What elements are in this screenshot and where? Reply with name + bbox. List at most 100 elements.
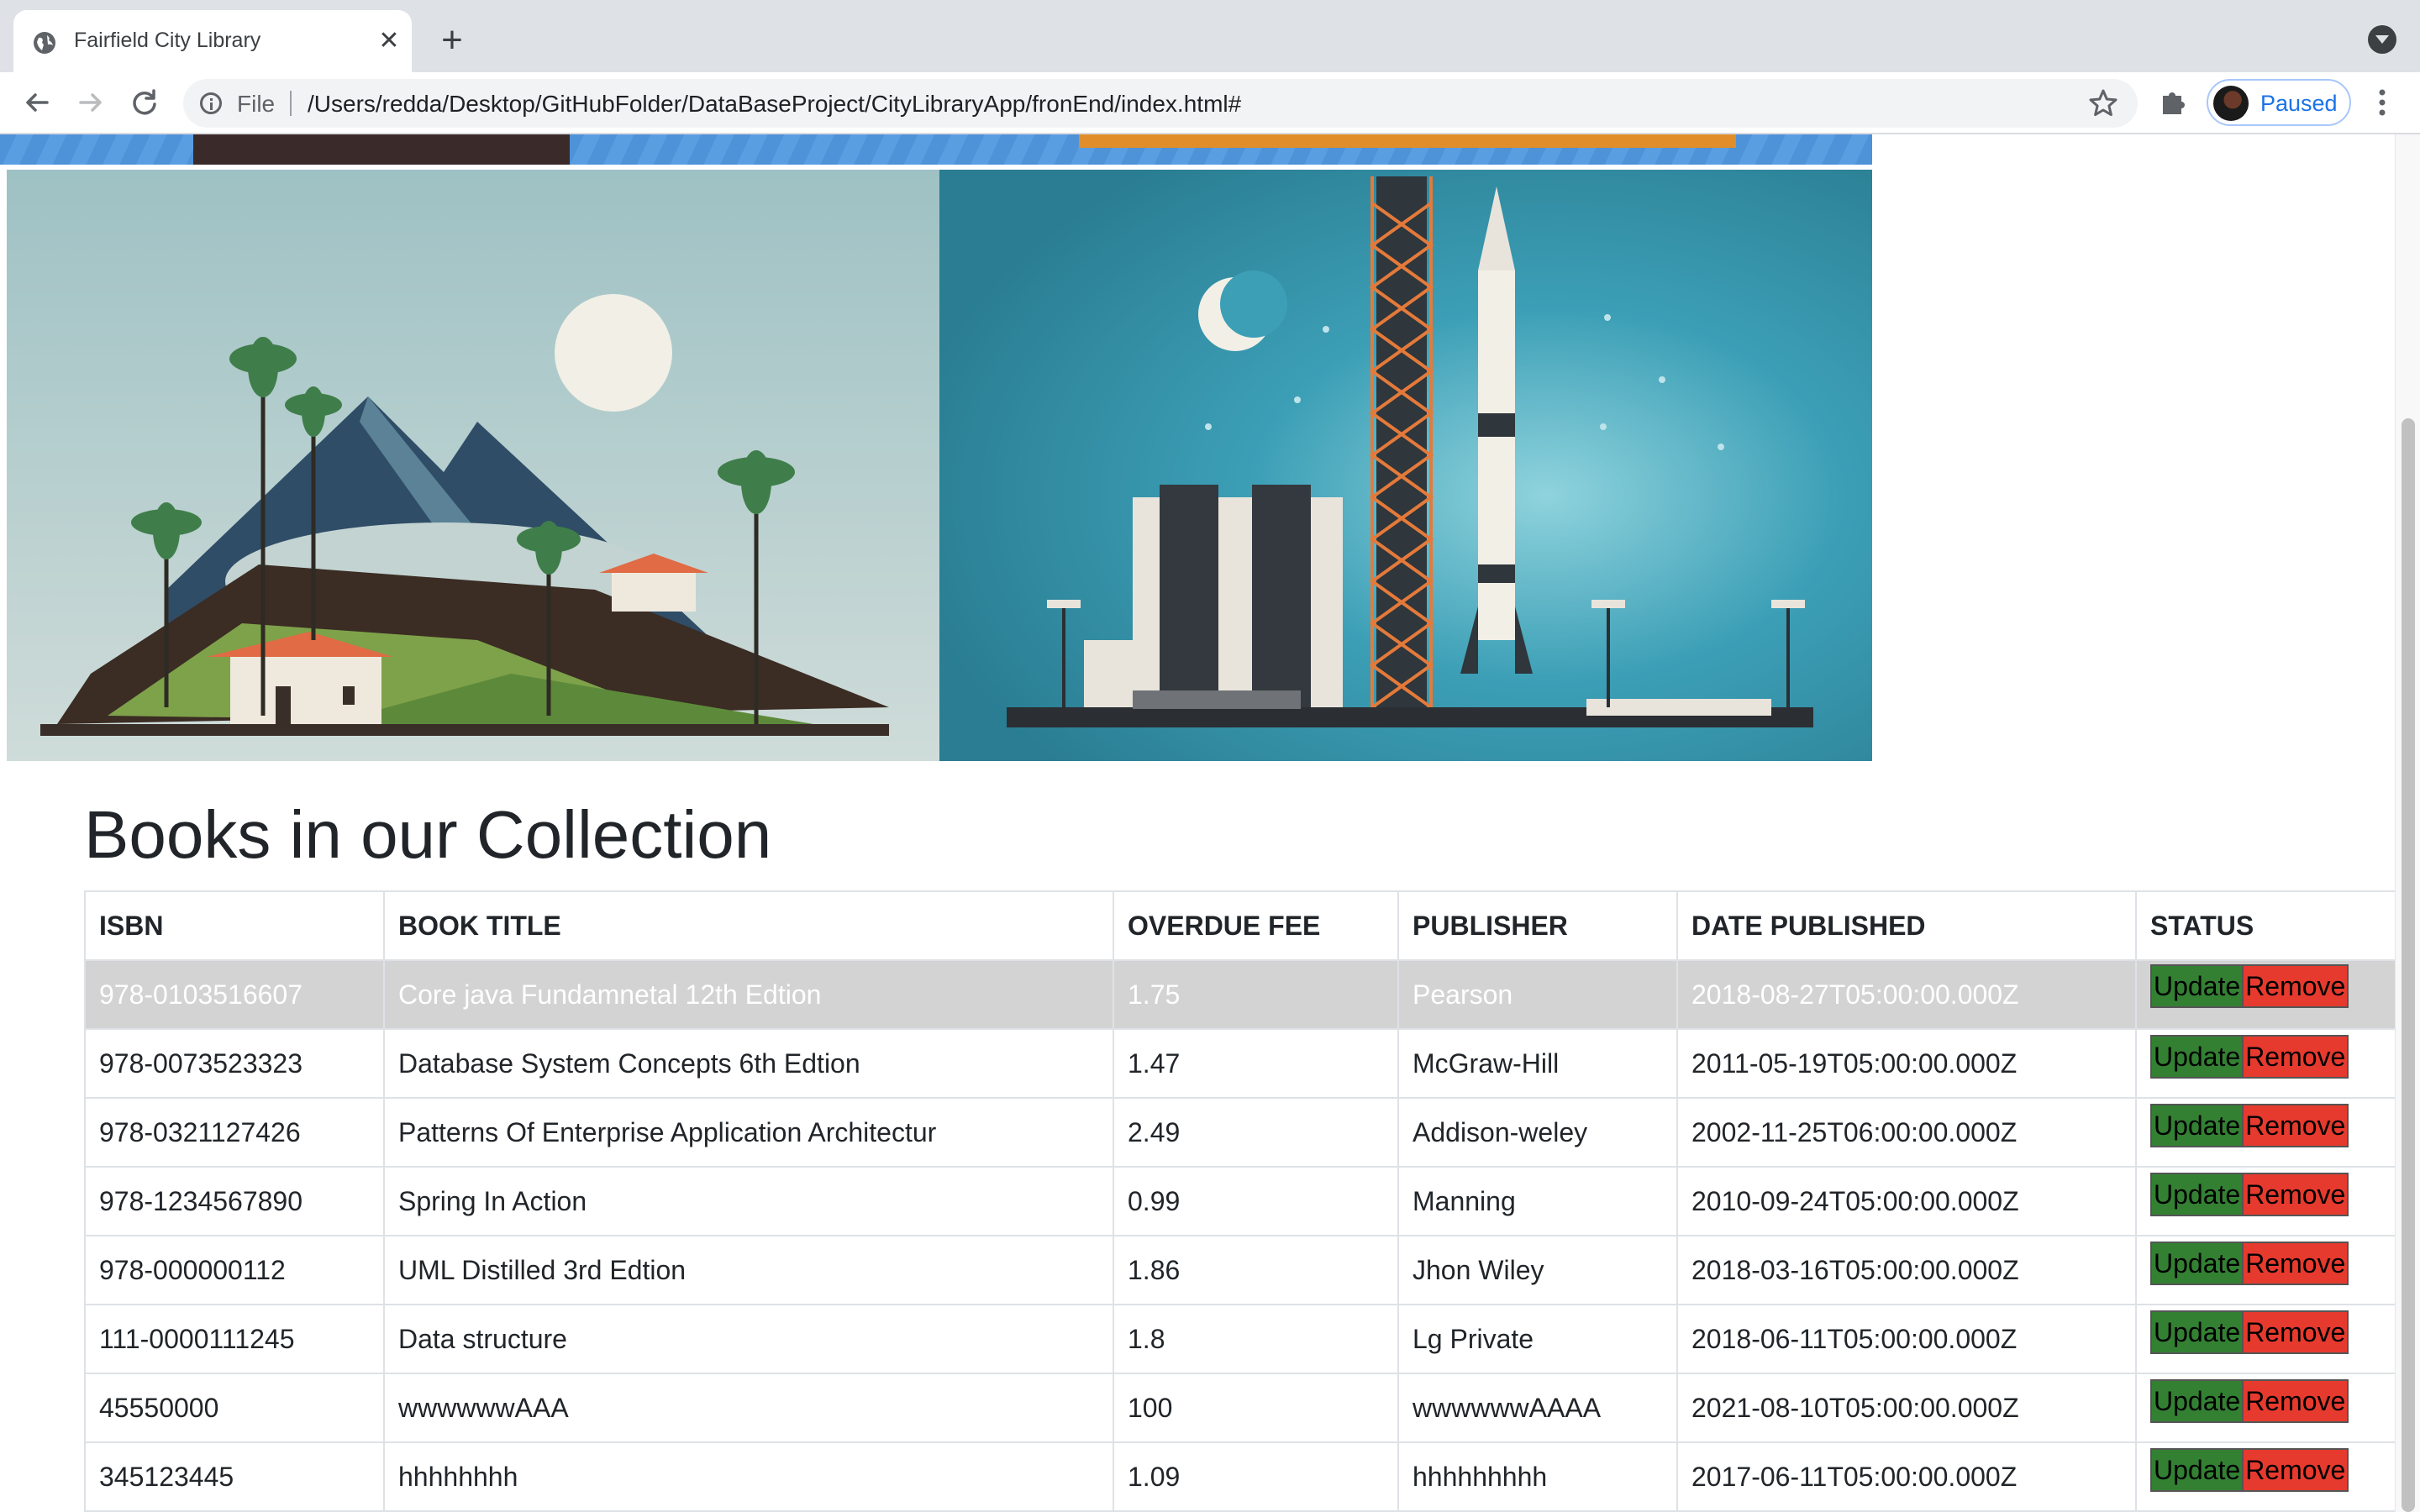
remove-button[interactable]: Remove xyxy=(2242,1104,2349,1147)
tab-search-icon[interactable] xyxy=(2368,25,2396,54)
row-actions: Update Remove xyxy=(2150,1242,2349,1285)
url-text[interactable]: /Users/redda/Desktop/GitHubFolder/DataBa… xyxy=(308,91,1241,118)
strip-orange-segment xyxy=(1079,134,1736,148)
cell-publisher: hhhhhhhhh xyxy=(1397,1441,1678,1512)
table-row[interactable]: 45550000 wwwwwwAAA 100 wwwwwwAAAA 2021-08-10… xyxy=(84,1373,2395,1443)
kebab-menu-icon[interactable] xyxy=(2370,84,2395,121)
cell-overdue-fee: 1.86 xyxy=(1113,1235,1399,1305)
browser-tabstrip: Fairfield City Library ✕ + xyxy=(0,0,2420,72)
row-actions: Update Remove xyxy=(2150,1310,2349,1354)
cell-book-title: UML Distilled 3rd Edtion xyxy=(383,1235,1114,1305)
remove-button[interactable]: Remove xyxy=(2242,1035,2349,1079)
table-row[interactable]: 978-0321127426 Patterns Of Enterprise App… xyxy=(84,1097,2395,1168)
remove-button[interactable]: Remove xyxy=(2242,964,2349,1008)
update-button[interactable]: Update xyxy=(2150,1173,2244,1216)
rocket-launch-illustration xyxy=(939,170,1872,761)
cell-publisher: Pearson xyxy=(1397,959,1678,1030)
row-actions: Update Remove xyxy=(2150,1104,2349,1147)
browser-tab[interactable]: Fairfield City Library ✕ xyxy=(13,10,412,72)
update-button[interactable]: Update xyxy=(2150,1310,2244,1354)
cell-date-published: 2010-09-24T05:00:00.000Z xyxy=(1676,1166,2137,1236)
back-arrow-icon[interactable] xyxy=(18,84,55,121)
update-button[interactable]: Update xyxy=(2150,1242,2244,1285)
cell-publisher: wwwwwwAAAA xyxy=(1397,1373,1678,1443)
remove-button[interactable]: Remove xyxy=(2242,1310,2349,1354)
cell-book-title: Patterns Of Enterprise Application Archi… xyxy=(383,1097,1114,1168)
cell-book-title: Core java Fundamnetal 12th Edtion xyxy=(383,959,1114,1030)
header-status: STATUS xyxy=(2135,890,2395,961)
address-bar[interactable]: File /Users/redda/Desktop/GitHubFolder/D… xyxy=(183,79,2138,128)
forward-arrow-icon[interactable] xyxy=(72,84,109,121)
cell-date-published: 2011-05-19T05:00:00.000Z xyxy=(1676,1028,2137,1099)
cell-publisher: Addison-weley xyxy=(1397,1097,1678,1168)
cell-isbn: 978-000000112 xyxy=(84,1235,385,1305)
cell-status: Update Remove xyxy=(2135,1304,2395,1374)
cell-book-title: hhhhhhhh xyxy=(383,1441,1114,1512)
header-overdue-fee: OVERDUE FEE xyxy=(1113,890,1399,961)
cell-status: Update Remove xyxy=(2135,1097,2395,1168)
cell-publisher: Manning xyxy=(1397,1166,1678,1236)
table-header-row: ISBN BOOK TITLE OVERDUE FEE PUBLISHER DA… xyxy=(84,890,2395,961)
table-row[interactable]: 978-1234567890 Spring In Action 0.99 Mannin… xyxy=(84,1166,2395,1236)
cell-book-title: Data structure xyxy=(383,1304,1114,1374)
remove-button[interactable]: Remove xyxy=(2242,1173,2349,1216)
cell-date-published: 2017-06-11T05:00:00.000Z xyxy=(1676,1441,2137,1512)
books-table-body: 978-0103516607 Core java Fundamnetal 12th… xyxy=(84,959,2395,1512)
reload-icon[interactable] xyxy=(126,84,163,121)
table-row[interactable]: 978-0103516607 Core java Fundamnetal 12th… xyxy=(84,959,2395,1030)
header-book-title: BOOK TITLE xyxy=(383,890,1114,961)
cell-date-published: 2018-03-16T05:00:00.000Z xyxy=(1676,1235,2137,1305)
star-icon[interactable] xyxy=(2087,87,2119,119)
cell-book-title: Spring In Action xyxy=(383,1166,1114,1236)
table-row[interactable]: 111-0000111245 Data structure 1.8 Lg Privat… xyxy=(84,1304,2395,1374)
row-actions: Update Remove xyxy=(2150,1035,2349,1079)
remove-button[interactable]: Remove xyxy=(2242,1448,2349,1492)
update-button[interactable]: Update xyxy=(2150,964,2244,1008)
cell-status: Update Remove xyxy=(2135,1373,2395,1443)
cell-overdue-fee: 0.99 xyxy=(1113,1166,1399,1236)
new-tab-button[interactable]: + xyxy=(435,22,469,59)
cell-publisher: McGraw-Hill xyxy=(1397,1028,1678,1099)
cell-isbn: 978-1234567890 xyxy=(84,1166,385,1236)
header-date-published: DATE PUBLISHED xyxy=(1676,890,2137,961)
cell-status: Update Remove xyxy=(2135,1441,2395,1512)
row-actions: Update Remove xyxy=(2150,1173,2349,1216)
strip-dark-segment xyxy=(193,134,570,165)
tropical-landscape-illustration xyxy=(7,170,939,761)
cell-status: Update Remove xyxy=(2135,1235,2395,1305)
table-row[interactable]: 978-000000112 UML Distilled 3rd Edtion 1.8… xyxy=(84,1235,2395,1305)
cell-isbn: 978-0103516607 xyxy=(84,959,385,1030)
remove-button[interactable]: Remove xyxy=(2242,1379,2349,1423)
cell-overdue-fee: 100 xyxy=(1113,1373,1399,1443)
cell-publisher: Jhon Wiley xyxy=(1397,1235,1678,1305)
profile-button[interactable]: Paused xyxy=(2207,79,2351,126)
table-row[interactable]: 345123445 hhhhhhhh 1.09 hhhhhhhhh 2017-06-11… xyxy=(84,1441,2395,1512)
row-actions: Update Remove xyxy=(2150,1448,2349,1492)
row-actions: Update Remove xyxy=(2150,964,2349,1008)
cell-overdue-fee: 2.49 xyxy=(1113,1097,1399,1168)
tab-title: Fairfield City Library xyxy=(74,29,261,52)
update-button[interactable]: Update xyxy=(2150,1035,2244,1079)
update-button[interactable]: Update xyxy=(2150,1448,2244,1492)
remove-button[interactable]: Remove xyxy=(2242,1242,2349,1285)
carousel-previous-image-strip xyxy=(0,134,1872,165)
puzzle-icon[interactable] xyxy=(2158,84,2186,121)
browser-toolbar: File /Users/redda/Desktop/GitHubFolder/D… xyxy=(0,72,2420,134)
cell-status: Update Remove xyxy=(2135,1028,2395,1099)
cell-overdue-fee: 1.8 xyxy=(1113,1304,1399,1374)
books-table: ISBN BOOK TITLE OVERDUE FEE PUBLISHER DA… xyxy=(84,890,2395,1512)
cell-isbn: 978-0321127426 xyxy=(84,1097,385,1168)
tab-close-icon[interactable]: ✕ xyxy=(375,27,403,55)
scrollbar-thumb[interactable] xyxy=(2402,418,2415,1512)
page-title: Books in our Collection xyxy=(84,797,772,872)
table-row[interactable]: 978-0073523323 Database System Concepts 6… xyxy=(84,1028,2395,1099)
header-isbn: ISBN xyxy=(84,890,385,961)
cell-status: Update Remove xyxy=(2135,959,2395,1030)
profile-status: Paused xyxy=(2260,91,2338,116)
cell-date-published: 2018-06-11T05:00:00.000Z xyxy=(1676,1304,2137,1374)
info-icon[interactable] xyxy=(200,92,222,114)
update-button[interactable]: Update xyxy=(2150,1104,2244,1147)
update-button[interactable]: Update xyxy=(2150,1379,2244,1423)
cell-status: Update Remove xyxy=(2135,1166,2395,1236)
page-scrollbar[interactable] xyxy=(2395,134,2420,1512)
